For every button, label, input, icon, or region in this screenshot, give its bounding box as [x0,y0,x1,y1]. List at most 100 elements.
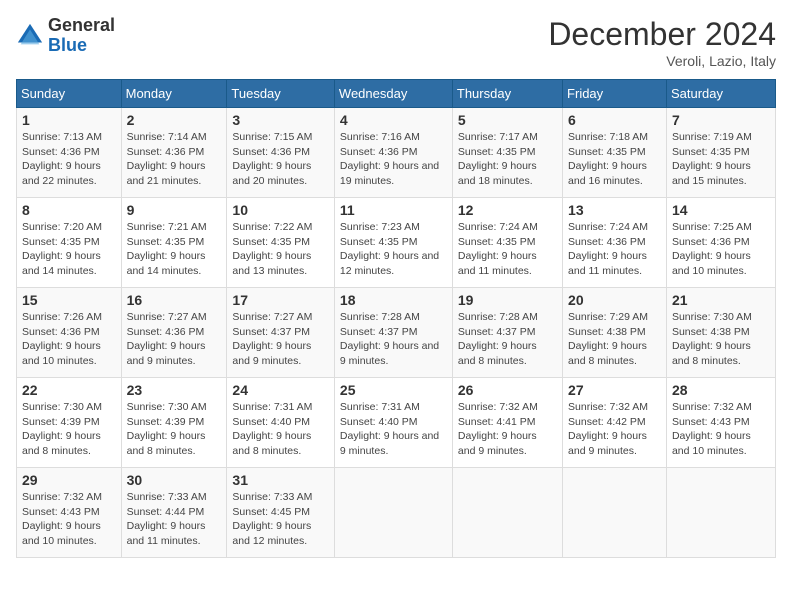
day-number: 23 [127,382,222,398]
day-info: Sunrise: 7:23 AM Sunset: 4:35 PM Dayligh… [340,220,447,279]
day-number: 16 [127,292,222,308]
table-row: 6 Sunrise: 7:18 AM Sunset: 4:35 PM Dayli… [563,108,667,198]
table-row: 29 Sunrise: 7:32 AM Sunset: 4:43 PM Dayl… [17,468,122,558]
day-info: Sunrise: 7:25 AM Sunset: 4:36 PM Dayligh… [672,220,770,279]
logo-icon [16,22,44,50]
day-info: Sunrise: 7:19 AM Sunset: 4:35 PM Dayligh… [672,130,770,189]
calendar-week-row: 8 Sunrise: 7:20 AM Sunset: 4:35 PM Dayli… [17,198,776,288]
table-row: 20 Sunrise: 7:29 AM Sunset: 4:38 PM Dayl… [563,288,667,378]
day-number: 11 [340,202,447,218]
header-saturday: Saturday [666,80,775,108]
calendar-week-row: 22 Sunrise: 7:30 AM Sunset: 4:39 PM Dayl… [17,378,776,468]
table-row: 22 Sunrise: 7:30 AM Sunset: 4:39 PM Dayl… [17,378,122,468]
table-row: 18 Sunrise: 7:28 AM Sunset: 4:37 PM Dayl… [334,288,452,378]
day-info: Sunrise: 7:17 AM Sunset: 4:35 PM Dayligh… [458,130,557,189]
day-info: Sunrise: 7:16 AM Sunset: 4:36 PM Dayligh… [340,130,447,189]
day-info: Sunrise: 7:18 AM Sunset: 4:35 PM Dayligh… [568,130,661,189]
table-row: 21 Sunrise: 7:30 AM Sunset: 4:38 PM Dayl… [666,288,775,378]
day-info: Sunrise: 7:15 AM Sunset: 4:36 PM Dayligh… [232,130,329,189]
month-title: December 2024 [548,16,776,53]
day-number: 29 [22,472,116,488]
day-number: 7 [672,112,770,128]
day-info: Sunrise: 7:20 AM Sunset: 4:35 PM Dayligh… [22,220,116,279]
location-title: Veroli, Lazio, Italy [548,53,776,69]
table-row: 27 Sunrise: 7:32 AM Sunset: 4:42 PM Dayl… [563,378,667,468]
table-row: 9 Sunrise: 7:21 AM Sunset: 4:35 PM Dayli… [121,198,227,288]
table-row [334,468,452,558]
day-info: Sunrise: 7:28 AM Sunset: 4:37 PM Dayligh… [340,310,447,369]
table-row: 1 Sunrise: 7:13 AM Sunset: 4:36 PM Dayli… [17,108,122,198]
table-row: 11 Sunrise: 7:23 AM Sunset: 4:35 PM Dayl… [334,198,452,288]
day-info: Sunrise: 7:14 AM Sunset: 4:36 PM Dayligh… [127,130,222,189]
calendar-week-row: 1 Sunrise: 7:13 AM Sunset: 4:36 PM Dayli… [17,108,776,198]
day-number: 17 [232,292,329,308]
table-row: 25 Sunrise: 7:31 AM Sunset: 4:40 PM Dayl… [334,378,452,468]
table-row: 14 Sunrise: 7:25 AM Sunset: 4:36 PM Dayl… [666,198,775,288]
table-row: 17 Sunrise: 7:27 AM Sunset: 4:37 PM Dayl… [227,288,335,378]
day-number: 26 [458,382,557,398]
day-number: 25 [340,382,447,398]
day-number: 15 [22,292,116,308]
day-info: Sunrise: 7:21 AM Sunset: 4:35 PM Dayligh… [127,220,222,279]
day-number: 9 [127,202,222,218]
table-row: 7 Sunrise: 7:19 AM Sunset: 4:35 PM Dayli… [666,108,775,198]
day-info: Sunrise: 7:33 AM Sunset: 4:45 PM Dayligh… [232,490,329,549]
header-monday: Monday [121,80,227,108]
day-info: Sunrise: 7:32 AM Sunset: 4:41 PM Dayligh… [458,400,557,459]
day-info: Sunrise: 7:26 AM Sunset: 4:36 PM Dayligh… [22,310,116,369]
table-row: 31 Sunrise: 7:33 AM Sunset: 4:45 PM Dayl… [227,468,335,558]
table-row [452,468,562,558]
calendar-week-row: 29 Sunrise: 7:32 AM Sunset: 4:43 PM Dayl… [17,468,776,558]
table-row: 5 Sunrise: 7:17 AM Sunset: 4:35 PM Dayli… [452,108,562,198]
day-number: 12 [458,202,557,218]
table-row: 15 Sunrise: 7:26 AM Sunset: 4:36 PM Dayl… [17,288,122,378]
header-sunday: Sunday [17,80,122,108]
table-row: 16 Sunrise: 7:27 AM Sunset: 4:36 PM Dayl… [121,288,227,378]
day-number: 3 [232,112,329,128]
calendar-table: Sunday Monday Tuesday Wednesday Thursday… [16,79,776,558]
day-number: 14 [672,202,770,218]
calendar-week-row: 15 Sunrise: 7:26 AM Sunset: 4:36 PM Dayl… [17,288,776,378]
day-number: 4 [340,112,447,128]
day-number: 6 [568,112,661,128]
day-number: 28 [672,382,770,398]
day-info: Sunrise: 7:32 AM Sunset: 4:42 PM Dayligh… [568,400,661,459]
header-thursday: Thursday [452,80,562,108]
weekday-header-row: Sunday Monday Tuesday Wednesday Thursday… [17,80,776,108]
table-row: 10 Sunrise: 7:22 AM Sunset: 4:35 PM Dayl… [227,198,335,288]
day-info: Sunrise: 7:24 AM Sunset: 4:35 PM Dayligh… [458,220,557,279]
table-row: 23 Sunrise: 7:30 AM Sunset: 4:39 PM Dayl… [121,378,227,468]
table-row: 12 Sunrise: 7:24 AM Sunset: 4:35 PM Dayl… [452,198,562,288]
day-info: Sunrise: 7:30 AM Sunset: 4:38 PM Dayligh… [672,310,770,369]
header-friday: Friday [563,80,667,108]
page-header: General Blue December 2024 Veroli, Lazio… [16,16,776,69]
day-info: Sunrise: 7:30 AM Sunset: 4:39 PM Dayligh… [127,400,222,459]
table-row: 4 Sunrise: 7:16 AM Sunset: 4:36 PM Dayli… [334,108,452,198]
day-number: 1 [22,112,116,128]
table-row: 13 Sunrise: 7:24 AM Sunset: 4:36 PM Dayl… [563,198,667,288]
day-number: 5 [458,112,557,128]
day-number: 18 [340,292,447,308]
day-info: Sunrise: 7:31 AM Sunset: 4:40 PM Dayligh… [232,400,329,459]
table-row: 24 Sunrise: 7:31 AM Sunset: 4:40 PM Dayl… [227,378,335,468]
day-info: Sunrise: 7:33 AM Sunset: 4:44 PM Dayligh… [127,490,222,549]
day-number: 31 [232,472,329,488]
day-number: 8 [22,202,116,218]
day-number: 2 [127,112,222,128]
day-info: Sunrise: 7:27 AM Sunset: 4:37 PM Dayligh… [232,310,329,369]
day-info: Sunrise: 7:32 AM Sunset: 4:43 PM Dayligh… [672,400,770,459]
table-row: 3 Sunrise: 7:15 AM Sunset: 4:36 PM Dayli… [227,108,335,198]
table-row: 30 Sunrise: 7:33 AM Sunset: 4:44 PM Dayl… [121,468,227,558]
day-info: Sunrise: 7:27 AM Sunset: 4:36 PM Dayligh… [127,310,222,369]
table-row: 28 Sunrise: 7:32 AM Sunset: 4:43 PM Dayl… [666,378,775,468]
header-tuesday: Tuesday [227,80,335,108]
day-info: Sunrise: 7:24 AM Sunset: 4:36 PM Dayligh… [568,220,661,279]
day-number: 13 [568,202,661,218]
day-number: 27 [568,382,661,398]
day-number: 24 [232,382,329,398]
day-info: Sunrise: 7:13 AM Sunset: 4:36 PM Dayligh… [22,130,116,189]
day-number: 19 [458,292,557,308]
day-info: Sunrise: 7:29 AM Sunset: 4:38 PM Dayligh… [568,310,661,369]
logo: General Blue [16,16,115,56]
table-row: 19 Sunrise: 7:28 AM Sunset: 4:37 PM Dayl… [452,288,562,378]
